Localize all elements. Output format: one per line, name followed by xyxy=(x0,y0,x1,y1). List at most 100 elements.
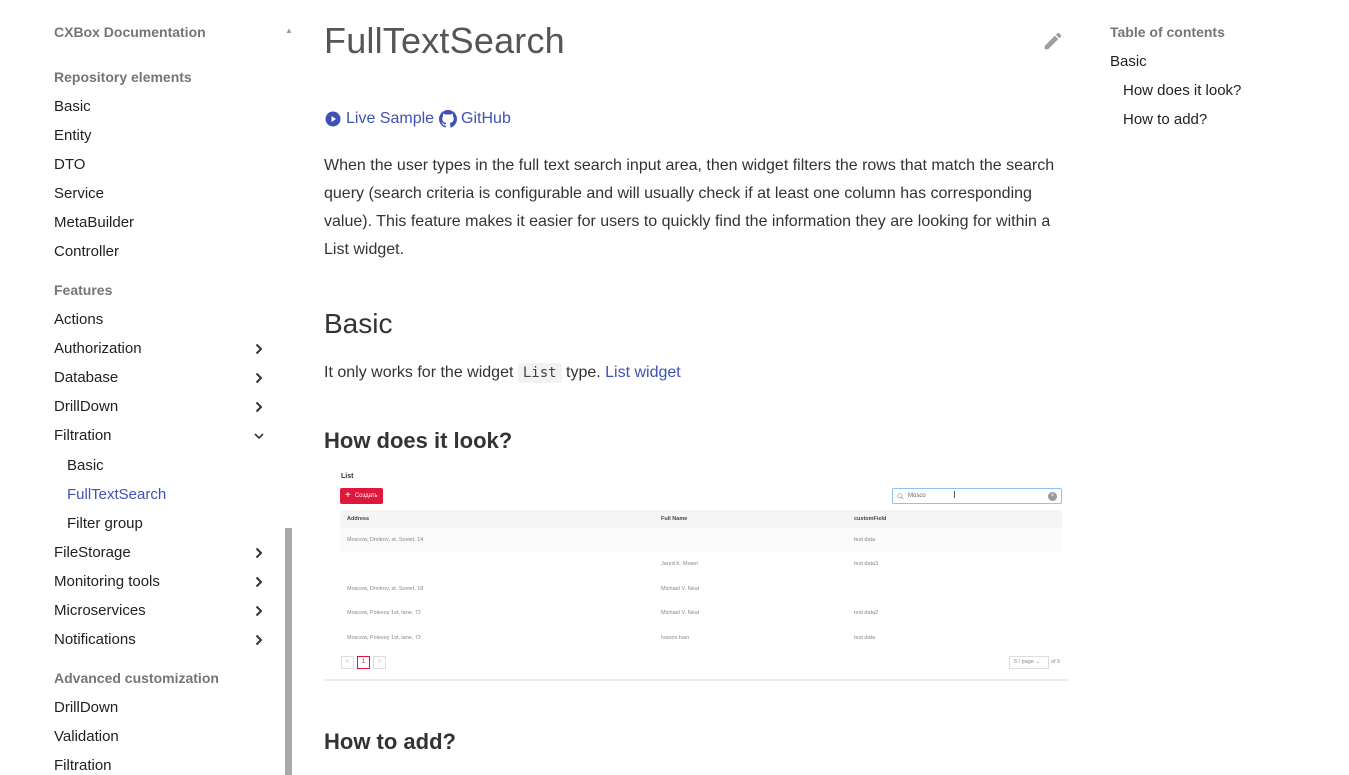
sidebar-item-label: Filtration xyxy=(54,757,112,774)
sidebar-item-service[interactable]: Service xyxy=(54,183,272,205)
chevron-right-icon[interactable] xyxy=(252,542,266,564)
create-label: Создать xyxy=(354,493,378,499)
sidebar-item-label: MetaBuilder xyxy=(54,214,135,231)
edit-pencil-icon[interactable] xyxy=(1042,30,1064,52)
table-cell: Moscow, Polevoy 1st, lane, 72 xyxy=(347,635,421,641)
sidebar-item-label: FileStorage xyxy=(54,544,131,561)
table-cell: test data2 xyxy=(854,610,879,616)
heading-basic: Basic xyxy=(324,308,393,339)
chevron-right-icon[interactable] xyxy=(252,629,266,651)
toc-entry-how-to-add[interactable]: How to add? xyxy=(1123,111,1207,128)
basic-text-end: type. xyxy=(561,364,606,381)
sidebar-item-metabuilder[interactable]: MetaBuilder xyxy=(54,212,272,234)
prev-page-button: < xyxy=(341,656,354,669)
sidebar-item-label: Controller xyxy=(54,243,120,260)
clear-icon: × xyxy=(1048,492,1057,501)
sidebar-item-filestorage[interactable]: FileStorage xyxy=(54,542,272,564)
inline-code: List xyxy=(517,363,562,383)
sidebar-item-actions[interactable]: Actions xyxy=(54,309,272,331)
sidebar-item-microservices[interactable]: Microservices xyxy=(54,600,272,622)
sidebar-item-label: Entity xyxy=(54,127,92,144)
sidebar-item-dto[interactable]: DTO xyxy=(54,154,272,176)
sidebar-item-fulltextsearch[interactable]: FullTextSearch xyxy=(67,484,272,506)
sidebar-item-label: Database xyxy=(54,369,119,386)
sidebar-nav: CXBox Documentation ▲ Repository element… xyxy=(0,0,300,775)
text-cursor-icon: I xyxy=(953,490,956,501)
github-link[interactable]: GitHub xyxy=(439,110,511,128)
table-cell: Michael V. Neal xyxy=(661,586,700,592)
search-icon xyxy=(897,492,904,500)
table-cell: Jared K. Moser xyxy=(661,561,699,567)
table-cell: Michael V. Neal xyxy=(661,610,700,616)
chevron-right-icon[interactable] xyxy=(252,571,266,593)
sidebar-item-label: DrillDown xyxy=(54,699,119,716)
page-size-select: 5 / page ⌄ xyxy=(1009,656,1049,669)
table-row: Moscow, Polevoy 1st, lane, 72 Michael V.… xyxy=(340,601,1062,625)
heading-how-does-it-look: How does it look? xyxy=(324,428,513,453)
next-page-button: > xyxy=(373,656,386,669)
pagination: < 1 > xyxy=(341,656,389,669)
sidebar-item-label: Filter group xyxy=(67,515,143,532)
column-header: customField xyxy=(854,516,887,522)
sidebar-item-label: Basic xyxy=(67,457,104,474)
table-row: Moscow, Polevoy 1st, lane, 72 Ivanov Iva… xyxy=(340,626,1062,650)
chevron-right-icon[interactable] xyxy=(252,600,266,622)
sidebar-item-adv-drilldown[interactable]: DrillDown xyxy=(54,697,272,719)
sidebar-section-advanced-customization: Advanced customization xyxy=(54,670,219,686)
search-value: Mosco xyxy=(908,493,926,499)
sidebar-item-label: Notifications xyxy=(54,631,136,648)
chevron-right-icon[interactable] xyxy=(252,396,266,418)
live-sample-label: Live Sample xyxy=(346,110,435,127)
sidebar-item-authorization[interactable]: Authorization xyxy=(54,338,272,360)
sidebar-item-filter-group[interactable]: Filter group xyxy=(67,513,272,535)
sidebar-item-database[interactable]: Database xyxy=(54,367,272,389)
basic-text-start: It only works for the widget xyxy=(324,364,518,381)
sidebar-item-filtration-basic[interactable]: Basic xyxy=(67,455,272,477)
toc-entry-how-does-it-look[interactable]: How does it look? xyxy=(1123,82,1241,99)
toc-title: Table of contents xyxy=(1110,24,1225,40)
sidebar-item-filtration[interactable]: Filtration xyxy=(54,425,272,447)
table-cell: test data3 xyxy=(854,561,879,567)
sidebar-item-controller[interactable]: Controller xyxy=(54,241,272,263)
collapse-up-icon[interactable]: ▲ xyxy=(285,26,293,35)
sidebar-item-label: DrillDown xyxy=(54,398,119,415)
sidebar-item-notifications[interactable]: Notifications xyxy=(54,629,272,651)
sidebar-item-drilldown[interactable]: DrillDown xyxy=(54,396,272,418)
sidebar-item-adv-filtration[interactable]: Filtration xyxy=(54,755,272,775)
table-row: Jared K. Moser test data3 xyxy=(340,552,1062,576)
chevron-down-icon[interactable] xyxy=(252,425,266,447)
current-page-button: 1 xyxy=(357,656,370,669)
table-cell: test data xyxy=(854,537,876,543)
sidebar-scrollbar[interactable] xyxy=(285,528,292,775)
page-title: FullTextSearch xyxy=(324,20,565,61)
sidebar-item-label: FullTextSearch xyxy=(67,486,167,503)
sidebar-item-label: Filtration xyxy=(54,427,112,444)
table-cell: test data xyxy=(854,635,876,641)
resource-links: Live Sample GitHub xyxy=(324,110,511,128)
sidebar-item-validation[interactable]: Validation xyxy=(54,726,272,748)
table-cell: Ivanov Ivan xyxy=(661,635,690,641)
sidebar-item-basic[interactable]: Basic xyxy=(54,96,272,118)
sidebar-title[interactable]: CXBox Documentation xyxy=(54,24,206,40)
play-circle-icon xyxy=(325,111,341,127)
chevron-down-icon: ⌄ xyxy=(1035,659,1041,665)
sidebar-item-monitoring-tools[interactable]: Monitoring tools xyxy=(54,571,272,593)
live-sample-link[interactable]: Live Sample xyxy=(324,110,434,128)
widget-screenshot: List + Создать Mosco I × Address Full Nam… xyxy=(324,466,1069,681)
chevron-right-icon[interactable] xyxy=(252,367,266,389)
table-header: Address Full Name customField xyxy=(340,510,1062,528)
sidebar-item-entity[interactable]: Entity xyxy=(54,125,272,147)
column-header: Address xyxy=(347,516,370,522)
chevron-right-icon[interactable] xyxy=(252,338,266,360)
sidebar-item-label: Actions xyxy=(54,311,104,328)
heading-how-to-add: How to add? xyxy=(324,729,456,754)
table-cell: Moscow, Polevoy 1st, lane, 72 xyxy=(347,610,421,616)
table-cell: Moscow, Dmitrov, st. Soviet, 18 xyxy=(347,586,424,592)
sidebar-item-label: Microservices xyxy=(54,602,146,619)
list-widget-link[interactable]: List widget xyxy=(605,364,681,381)
toc-entry-basic[interactable]: Basic xyxy=(1110,53,1147,70)
sidebar-item-label: Service xyxy=(54,185,105,202)
sidebar-item-label: Authorization xyxy=(54,340,142,357)
sidebar-item-label: Basic xyxy=(54,98,91,115)
page-size-value: 5 / page xyxy=(1014,659,1034,665)
